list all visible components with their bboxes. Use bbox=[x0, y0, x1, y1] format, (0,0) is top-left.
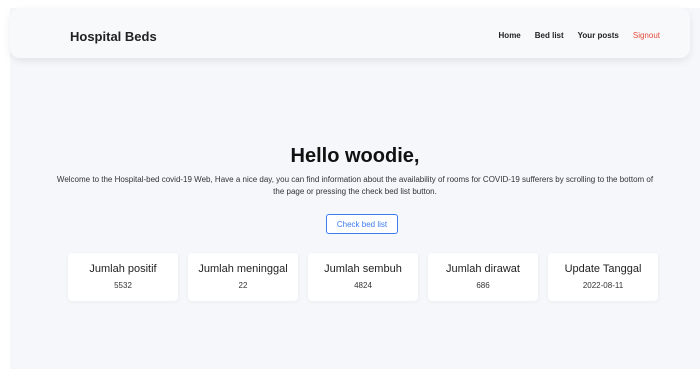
stat-title: Jumlah dirawat bbox=[446, 263, 520, 275]
stat-card-deaths: Jumlah meninggal 22 bbox=[188, 253, 298, 301]
check-bed-list-button[interactable]: Check bed list bbox=[326, 214, 398, 234]
stat-value: 5532 bbox=[114, 281, 132, 290]
stat-title: Jumlah meninggal bbox=[198, 263, 288, 275]
stat-value: 686 bbox=[476, 281, 490, 290]
nav-link-bed-list[interactable]: Bed list bbox=[535, 31, 564, 40]
stat-value: 4824 bbox=[354, 281, 372, 290]
stat-title: Update Tanggal bbox=[564, 263, 642, 275]
nav-link-signout[interactable]: Signout bbox=[633, 31, 660, 40]
navbar: Hospital Beds Home Bed list Your posts S… bbox=[10, 8, 690, 58]
nav-links: Home Bed list Your posts Signout bbox=[499, 31, 660, 40]
nav-link-your-posts[interactable]: Your posts bbox=[578, 31, 619, 40]
hero-section: Hello woodie, Welcome to the Hospital-be… bbox=[10, 145, 700, 197]
stat-value: 22 bbox=[238, 281, 248, 290]
greeting-heading: Hello woodie, bbox=[290, 145, 420, 167]
stat-card-update-date: Update Tanggal 2022-08-11 bbox=[548, 253, 658, 301]
stat-title: Jumlah positif bbox=[89, 263, 157, 275]
stat-card-positive: Jumlah positif 5532 bbox=[68, 253, 178, 301]
stat-card-treated: Jumlah dirawat 686 bbox=[428, 253, 538, 301]
brand-title[interactable]: Hospital Beds bbox=[70, 29, 157, 44]
stat-value: 2022-08-11 bbox=[582, 281, 624, 290]
nav-link-home[interactable]: Home bbox=[499, 31, 521, 40]
stat-title: Jumlah sembuh bbox=[324, 263, 402, 275]
stat-card-recovered: Jumlah sembuh 4824 bbox=[308, 253, 418, 301]
stats-cards: Jumlah positif 5532 Jumlah meninggal 22 … bbox=[68, 253, 658, 301]
welcome-description: Welcome to the Hospital-bed covid-19 Web… bbox=[56, 175, 654, 196]
